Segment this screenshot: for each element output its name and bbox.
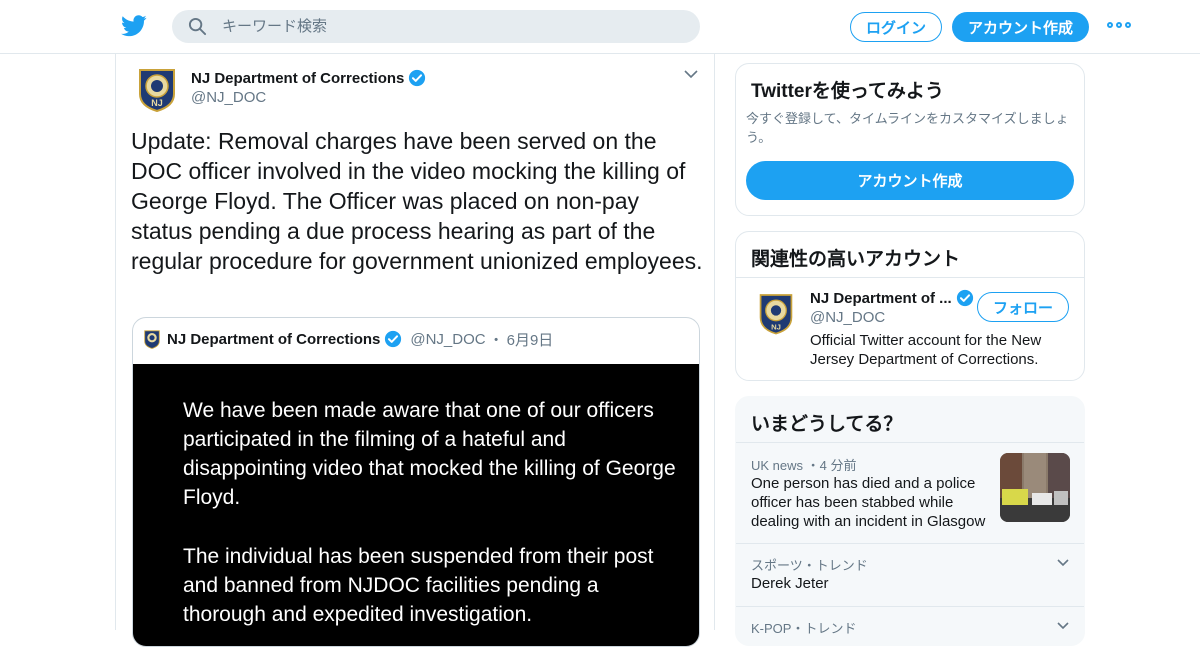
author-name-text[interactable]: NJ Department of Corrections (191, 70, 404, 87)
top-bar: ログイン アカウント作成 (0, 0, 1200, 54)
tweet-author-name[interactable]: NJ Department of Corrections (191, 69, 426, 87)
quoted-tweet-header: NJ Department of Corrections @NJ_DOC ・ 6… (143, 328, 553, 350)
trend-meta: UK news ・4 分前 (751, 458, 857, 473)
more-options-icon[interactable] (1107, 22, 1131, 30)
account-handle[interactable]: @NJ_DOC (810, 309, 885, 326)
divider (736, 543, 1084, 544)
quoted-author-handle: @NJ_DOC (410, 330, 486, 348)
search-bar[interactable] (172, 10, 700, 43)
svg-text:NJ: NJ (771, 322, 781, 331)
svg-text:NJ: NJ (151, 98, 163, 108)
quoted-tweet-image[interactable]: We have been made aware that one of our … (133, 364, 699, 646)
divider (736, 277, 1084, 278)
quoted-separator: ・ (488, 331, 504, 349)
tweet-text: Update: Removal charges have been served… (131, 128, 703, 274)
image-text-paragraph-1: We have been made aware that one of our … (183, 399, 676, 509)
account-bio: Official Twitter account for the New Jer… (810, 332, 1042, 368)
nj-doc-badge-avatar-small (144, 330, 160, 349)
try-twitter-card: Twitterを使ってみよう 今すぐ登録して、タイムラインをカスタマイズしましょ… (735, 63, 1085, 216)
verified-badge-icon (385, 330, 402, 348)
tweet-column: NJ NJ Department of Corrections @NJ_DOC … (115, 54, 715, 647)
trend-name[interactable]: Derek Jeter (751, 574, 829, 593)
quoted-date: 6月9日 (506, 331, 554, 349)
login-button[interactable]: ログイン (850, 12, 942, 42)
verified-badge-icon (956, 289, 973, 307)
trend-headline[interactable]: One person has died and a police officer… (751, 474, 991, 531)
create-account-button[interactable]: アカウント作成 (746, 161, 1074, 200)
quoted-author-name: NJ Department of Corrections (167, 330, 381, 348)
divider (736, 606, 1084, 607)
tweet-author-handle[interactable]: @NJ_DOC (191, 89, 266, 106)
try-twitter-title: Twitterを使ってみよう (751, 81, 944, 102)
trends-card: いまどうしてる？ UK news ・4 分前 One person has di… (735, 396, 1085, 646)
trends-title: いまどうしてる？ (751, 414, 903, 435)
quoted-tweet[interactable]: NJ Department of Corrections @NJ_DOC ・ 6… (132, 317, 700, 647)
search-icon (188, 17, 207, 36)
trend-meta: K-POP・トレンド (751, 621, 857, 636)
chevron-down-icon[interactable] (683, 68, 699, 80)
account-name[interactable]: NJ Department of ... (810, 289, 974, 307)
image-text-paragraph-2: The individual has been suspended from t… (183, 545, 654, 626)
nj-doc-badge-avatar[interactable]: NJ (136, 66, 178, 112)
search-input[interactable] (222, 10, 682, 43)
verified-badge-icon (409, 69, 426, 87)
trend-news-image[interactable] (1000, 453, 1070, 522)
relevant-accounts-card: 関連性の高いアカウント NJ NJ Department of ... @NJ_… (735, 231, 1085, 381)
trend-meta: スポーツ・トレンド (751, 558, 868, 573)
try-twitter-subtitle: 今すぐ登録して、タイムラインをカスタマイズしましょう。 (746, 111, 1069, 145)
account-avatar[interactable]: NJ (758, 291, 794, 335)
account-name-text[interactable]: NJ Department of ... (810, 290, 952, 307)
signup-button[interactable]: アカウント作成 (952, 12, 1089, 42)
follow-button[interactable]: フォロー (977, 292, 1069, 322)
chevron-down-icon[interactable] (1056, 558, 1070, 568)
relevant-accounts-title: 関連性の高いアカウント (751, 249, 961, 270)
twitter-logo-icon[interactable] (121, 14, 147, 38)
divider (736, 442, 1084, 443)
